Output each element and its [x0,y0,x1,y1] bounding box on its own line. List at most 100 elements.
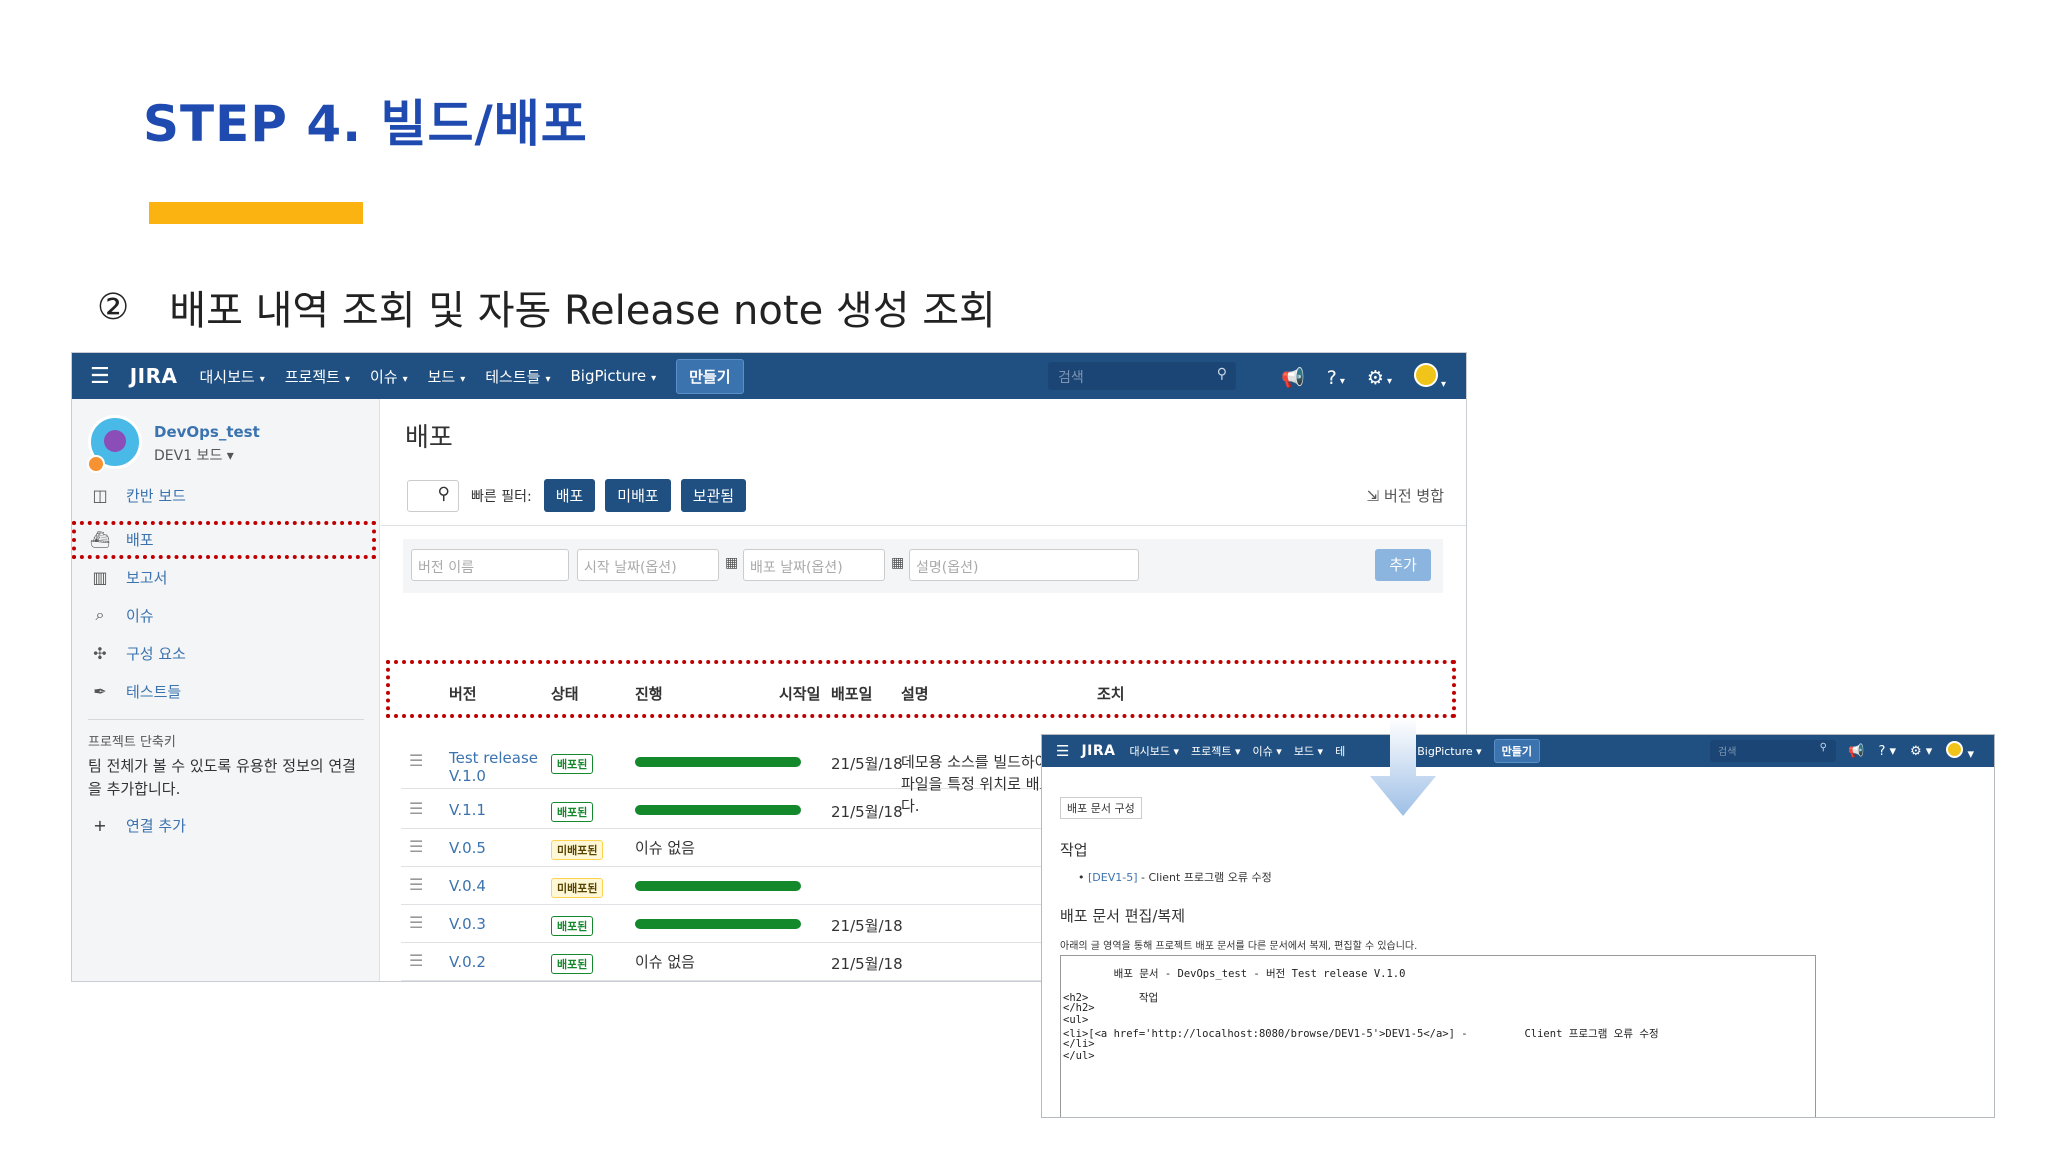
issues-icon: ⌕ [95,605,105,624]
merge-icon: ⇲ [1366,487,1380,505]
chevron-down-icon: ▾ [402,373,408,385]
filter-search-input[interactable] [407,479,459,512]
release-note-textarea[interactable]: 배포 문서 - DevOps_test - 버전 Test release V.… [1060,955,1816,1117]
nav-issues[interactable]: 이슈 ▾ [1253,743,1282,759]
accent-bar [149,202,363,224]
status-badge: 미배포된 [551,878,604,898]
sidebar-item-issues[interactable]: ⌕ 이슈 [88,603,154,627]
issue-list-item: • [DEV1-5] - Client 프로그램 오류 수정 [1078,871,1272,884]
release-date: 21/5월/18 [831,803,903,821]
divider [381,525,1466,526]
highlight-box-release-row [386,660,1456,718]
nav-dashboard[interactable]: 대시보드 ▾ [1130,743,1180,759]
add-version-form: 버전 이름 시작 날짜(옵션) ▦ 배포 날짜(옵션) ▦ 설명(옵션) 추가 [403,539,1443,593]
search-input[interactable]: 검색 ⚲ [1048,362,1236,390]
megaphone-icon[interactable]: 📢 [1281,366,1305,389]
kanban-board-icon: ◫ [92,485,108,505]
release-date: 21/5월/18 [831,917,903,935]
nav-projects[interactable]: 프로젝트 ▾ [1191,743,1241,759]
version-link[interactable]: V.0.4 [449,877,486,895]
calendar-icon[interactable]: ▦ [725,555,738,571]
drag-handle-icon[interactable]: ☰ [409,913,423,932]
filter-archived[interactable]: 보관됨 [680,479,747,512]
filter-unreleased[interactable]: 미배포 [605,479,671,512]
drag-handle-icon[interactable]: ☰ [409,837,423,856]
subtitle-number: ② [97,286,130,328]
issue-link[interactable]: [DEV1-5] [1088,871,1138,884]
start-date-input[interactable]: 시작 날짜(옵션) [577,549,719,581]
doc-config-button[interactable]: 배포 문서 구성 [1060,797,1142,819]
chevron-down-icon: ▾ [545,373,551,385]
version-link[interactable]: Test release V.1.0 [449,749,541,785]
megaphone-icon[interactable]: 📢 [1848,744,1864,759]
menu-icon[interactable]: ☰ [90,364,110,389]
shortcut-heading: 프로젝트 단축키 [88,735,176,750]
jira-topbar: ☰ JIRA 대시보드 ▾ 프로젝트 ▾ 이슈 ▾ 보드 ▾ 테스트들 ▾ BigPict… [72,353,1466,399]
slide-title: STEP 4. 빌드/배포 [143,95,588,153]
project-name[interactable]: DevOps_test [154,423,260,441]
down-arrow-icon [1370,718,1436,816]
board-selector[interactable]: DEV1 보드 ▾ [154,445,234,465]
add-link-button[interactable]: + 연결 추가 [88,813,186,837]
gear-icon[interactable]: ⚙ ▾ [1910,744,1932,759]
version-link[interactable]: V.0.5 [449,839,486,857]
release-date-input[interactable]: 배포 날짜(옵션) [743,549,885,581]
filter-label: 빠른 필터: [471,488,532,505]
nav-tests[interactable]: 테스트들 ▾ [485,366,550,387]
shortcut-description: 팀 전체가 볼 수 있도록 유용한 정보의 연결을 추가합니다. [88,757,356,798]
create-button[interactable]: 만들기 [1493,739,1541,763]
status-badge: 배포된 [551,916,594,936]
nav-bigpicture[interactable]: BigPicture ▾ [570,367,656,385]
code-line: </ul> [1063,1050,1095,1062]
project-badge [87,455,105,473]
progress-bar [635,881,801,891]
version-name-input[interactable]: 버전 이름 [411,549,569,581]
user-avatar[interactable]: ▾ [1413,363,1446,392]
drag-handle-icon[interactable]: ☰ [409,751,423,770]
sidebar-item-components[interactable]: ✣ 구성 요소 [88,641,186,665]
status-badge: 배포된 [551,802,594,822]
jira-logo[interactable]: JIRA [1081,743,1115,759]
help-icon[interactable]: ? ▾ [1327,367,1345,389]
nav-boards[interactable]: 보드 ▾ [1294,743,1323,759]
menu-icon[interactable]: ☰ [1056,742,1069,760]
sidebar-item-tests[interactable]: ✒ 테스트들 [88,679,181,703]
nav-issues[interactable]: 이슈 ▾ [370,366,408,387]
calendar-icon[interactable]: ▦ [891,555,904,571]
sidebar-item-kanban[interactable]: ◫ 칸반 보드 [88,483,186,507]
progress-bar [635,757,801,767]
search-icon: ⚲ [1819,742,1827,753]
section-edit-heading: 배포 문서 편집/복제 [1060,907,1185,925]
release-note-window: ☰ JIRA 대시보드 ▾ 프로젝트 ▾ 이슈 ▾ 보드 ▾ 테 BigPict… [1041,734,1995,1118]
version-link[interactable]: V.0.3 [449,915,486,933]
progress-bar [635,805,801,815]
jira-logo[interactable]: JIRA [130,364,178,388]
drag-handle-icon[interactable]: ☰ [409,951,423,970]
nav-boards[interactable]: 보드 ▾ [428,366,466,387]
nav-projects[interactable]: 프로젝트 ▾ [285,366,350,387]
create-button[interactable]: 만들기 [676,358,744,394]
sidebar-item-reports[interactable]: ▥ 보고서 [88,565,167,589]
merge-versions-button[interactable]: ⇲ 버전 병합 [1367,485,1444,506]
drag-handle-icon[interactable]: ☰ [409,799,423,818]
code-line: <li>[<a href='http://localhost:8080/brow… [1063,1028,1659,1040]
add-version-button[interactable]: 추가 [1375,549,1431,581]
bar-chart-icon: ▥ [92,567,108,587]
jira-topbar-small: ☰ JIRA 대시보드 ▾ 프로젝트 ▾ 이슈 ▾ 보드 ▾ 테 BigPict… [1042,735,1994,767]
filter-released[interactable]: 배포 [543,479,596,512]
feather-icon: ✒ [93,681,107,701]
slide: STEP 4. 빌드/배포 ② 배포 내역 조회 및 자동 Release no… [0,0,2048,1152]
version-link[interactable]: V.0.2 [449,953,486,971]
nav-tests[interactable]: 테 [1335,743,1345,759]
puzzle-icon: ✣ [93,643,107,663]
user-avatar[interactable]: ▾ [1946,741,1974,762]
project-sidebar: DevOps_test DEV1 보드 ▾ ◫ 칸반 보드 ⛴ 배포 ▥ 보고서 ⌕ 이… [72,399,380,981]
subtitle-text: 배포 내역 조회 및 자동 Release note 생성 조회 [169,288,996,334]
drag-handle-icon[interactable]: ☰ [409,875,423,894]
search-input[interactable]: 검색 ⚲ [1710,740,1836,762]
gear-icon[interactable]: ⚙ ▾ [1367,367,1392,389]
version-link[interactable]: V.1.1 [449,801,486,819]
help-icon[interactable]: ? ▾ [1878,744,1896,759]
description-input[interactable]: 설명(옵션) [909,549,1139,581]
nav-dashboard[interactable]: 대시보드 ▾ [200,366,265,387]
